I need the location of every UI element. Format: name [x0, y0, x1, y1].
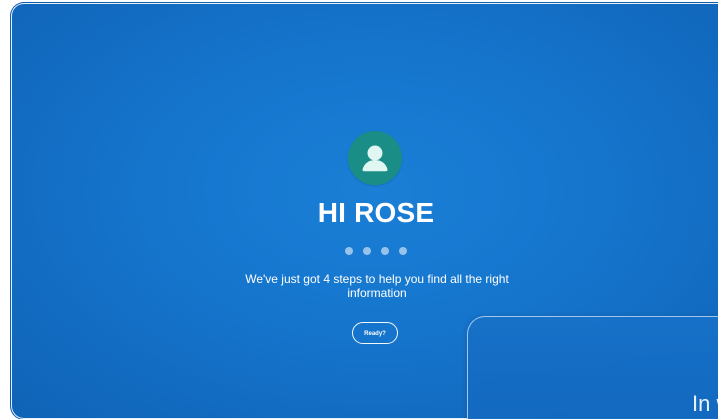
- greeting-title: HI ROSE: [317, 197, 435, 228]
- step-dot-3: [381, 247, 389, 255]
- onboarding-screen: HI ROSE We've just got 4 steps to help y…: [0, 0, 718, 419]
- step-dot-2: [363, 247, 371, 255]
- user-avatar-icon: [348, 131, 402, 185]
- onboarding-description: We've just got 4 steps to help you find …: [245, 272, 509, 300]
- ready-button[interactable]: Ready?: [352, 322, 398, 344]
- next-step-panel: In w: [467, 316, 718, 419]
- onboarding-card: HI ROSE We've just got 4 steps to help y…: [10, 2, 718, 419]
- step-indicator: [345, 247, 415, 257]
- step-dot-1: [345, 247, 353, 255]
- step-dot-4: [399, 247, 407, 255]
- next-step-panel-text: In w: [692, 391, 718, 416]
